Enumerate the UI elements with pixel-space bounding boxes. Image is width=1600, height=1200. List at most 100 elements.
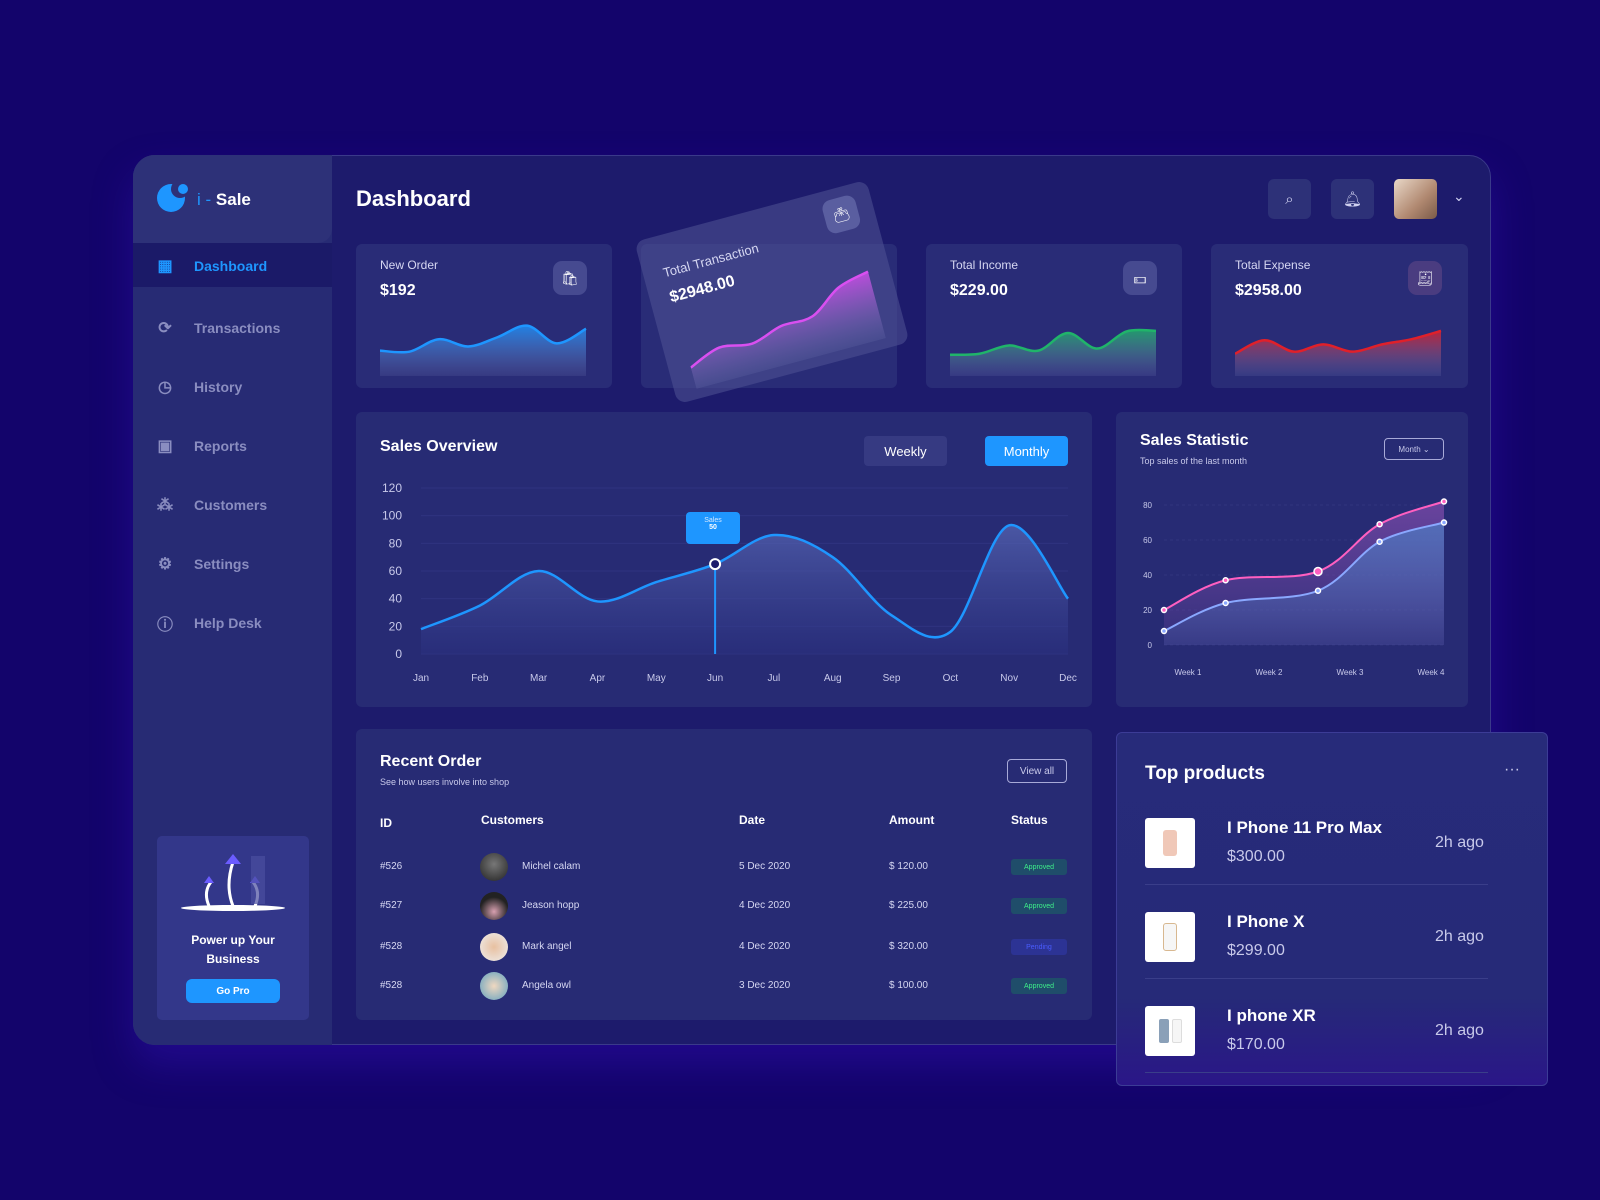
table-row[interactable]: #527 Jeason hopp 4 Dec 2020 $ 225.00 App…: [356, 887, 1092, 925]
dollar-cycle-icon: ⟳: [158, 320, 172, 337]
sidebar-item-help-desk[interactable]: ⓘ Help Desk: [133, 608, 332, 638]
product-time: 2h ago: [1435, 928, 1484, 945]
table-row[interactable]: #526 Michel calam 5 Dec 2020 $ 120.00 Ap…: [356, 848, 1092, 886]
product-time: 2h ago: [1435, 834, 1484, 851]
data-point[interactable]: [1440, 498, 1448, 505]
sparkline: [380, 324, 587, 376]
data-point[interactable]: [1314, 587, 1322, 594]
product-item[interactable]: I Phone 11 Pro Max $300.00 2h ago: [1145, 818, 1490, 898]
wallet-icon: 👛︎: [820, 193, 863, 236]
card-title: Total Income: [950, 258, 1019, 272]
y-tick-label: 100: [382, 509, 402, 523]
table-row[interactable]: #528 Mark angel 4 Dec 2020 $ 320.00 Pend…: [356, 928, 1092, 966]
product-item[interactable]: I Phone X $299.00 2h ago: [1145, 912, 1490, 992]
data-point[interactable]: [1313, 566, 1323, 577]
recent-order-title: Recent Order: [380, 753, 482, 770]
nav-label: Settings: [194, 556, 250, 572]
promo-title: Power up Your Business: [191, 933, 275, 966]
search-button[interactable]: ⌕: [1268, 179, 1311, 219]
data-point[interactable]: [1376, 538, 1383, 545]
sparkline: [1235, 329, 1442, 376]
sales-statistic-subtitle: Top sales of the last month: [1140, 456, 1248, 466]
data-point[interactable]: [1160, 627, 1168, 635]
sidebar-item-customers[interactable]: ⁂ Customers: [133, 490, 332, 520]
column-header-customers: Customers: [481, 813, 544, 827]
x-tick-label: Jul: [768, 673, 781, 684]
x-tick-label: Jan: [413, 673, 429, 684]
product-image: [1145, 912, 1195, 962]
product-name: I Phone X: [1227, 912, 1305, 931]
avatar[interactable]: [1394, 179, 1437, 219]
order-id: #528: [380, 980, 403, 991]
product-image: [1145, 818, 1195, 868]
order-date: 5 Dec 2020: [739, 861, 791, 872]
boxes-icon: ▣: [157, 438, 173, 455]
column-header-amount: Amount: [889, 813, 935, 827]
dashboard-icon: ▦: [157, 258, 173, 275]
product-name: I phone XR: [1227, 1006, 1316, 1025]
x-tick-label: Sep: [883, 673, 901, 684]
data-point[interactable]: [1222, 599, 1229, 607]
y-tick-label: 0: [395, 647, 402, 661]
view-all-button[interactable]: View all: [1007, 759, 1067, 783]
x-tick-label: Feb: [471, 673, 489, 684]
top-products-title: Top products: [1145, 763, 1265, 784]
brand-name: i - Sale: [197, 190, 251, 210]
history-icon: ◷: [158, 379, 172, 396]
x-tick-label: Week 4: [1418, 668, 1446, 677]
data-point[interactable]: [709, 558, 722, 571]
sidebar-item-settings[interactable]: ⚙ Settings: [133, 549, 332, 579]
chevron-down-icon: ⌄: [1422, 444, 1430, 454]
card-value: $2958.00: [1235, 282, 1302, 299]
sidebar-item-reports[interactable]: ▣ Reports: [133, 431, 332, 461]
sidebar-item-transactions[interactable]: ⟳ Transactions: [133, 313, 332, 343]
x-tick-label: Dec: [1059, 673, 1077, 684]
people-icon: ⁂: [157, 497, 173, 514]
y-tick-label: 60: [389, 564, 403, 578]
y-tick-label: 0: [1148, 641, 1153, 650]
data-point[interactable]: [1160, 606, 1168, 614]
customer-avatar: [480, 933, 508, 961]
x-tick-label: Week 2: [1256, 668, 1284, 677]
data-point[interactable]: [1376, 521, 1383, 528]
go-pro-button[interactable]: Go Pro: [186, 979, 280, 1003]
month-dropdown[interactable]: Month ⌄: [1384, 438, 1444, 460]
card-title: Total Expense: [1235, 258, 1311, 272]
x-tick-label: Nov: [1000, 673, 1018, 684]
y-tick-label: 20: [389, 619, 403, 633]
divider: [1145, 884, 1488, 885]
y-tick-label: 40: [389, 592, 403, 606]
product-price: $170.00: [1227, 1036, 1285, 1053]
y-tick-label: 80: [389, 536, 403, 550]
nav-label: Customers: [194, 497, 268, 513]
order-amount: $ 320.00: [889, 941, 928, 952]
weekly-tab[interactable]: Weekly: [864, 436, 947, 466]
table-row[interactable]: #528 Angela owl 3 Dec 2020 $ 100.00 Appr…: [356, 967, 1092, 1005]
customer-avatar: [480, 892, 508, 920]
chevron-down-icon[interactable]: ⌄: [1453, 188, 1465, 205]
column-header-id: ID: [380, 816, 392, 830]
column-header-date: Date: [739, 813, 766, 827]
order-date: 4 Dec 2020: [739, 941, 791, 952]
y-tick-label: 120: [382, 481, 402, 495]
product-item[interactable]: I phone XR $170.00 2h ago: [1145, 1006, 1490, 1086]
sidebar-item-dashboard[interactable]: ▦ Dashboard: [133, 251, 332, 281]
monthly-tab[interactable]: Monthly: [985, 436, 1068, 466]
more-options-icon[interactable]: ···: [1504, 761, 1520, 779]
sidebar-item-history[interactable]: ◷ History: [133, 372, 332, 402]
card-total-expense: Total Expense $2958.00 🧾︎: [1211, 244, 1468, 388]
product-image: [1145, 1006, 1195, 1056]
status-badge: Approved: [1011, 898, 1067, 914]
order-amount: $ 120.00: [889, 861, 928, 872]
y-tick-label: 40: [1143, 571, 1152, 580]
nav-label: Help Desk: [194, 615, 262, 631]
data-point[interactable]: [1222, 577, 1229, 584]
x-tick-label: Week 3: [1337, 668, 1365, 677]
data-point[interactable]: [1440, 519, 1448, 526]
order-id: #528: [380, 941, 403, 952]
promo-card: Power up Your Business Go Pro: [157, 836, 309, 1020]
notifications-button[interactable]: 🔔︎: [1331, 179, 1374, 219]
tooltip-label: Sales: [704, 517, 722, 524]
money-icon: 💵︎: [1123, 261, 1157, 295]
search-icon: ⌕: [1285, 190, 1294, 208]
